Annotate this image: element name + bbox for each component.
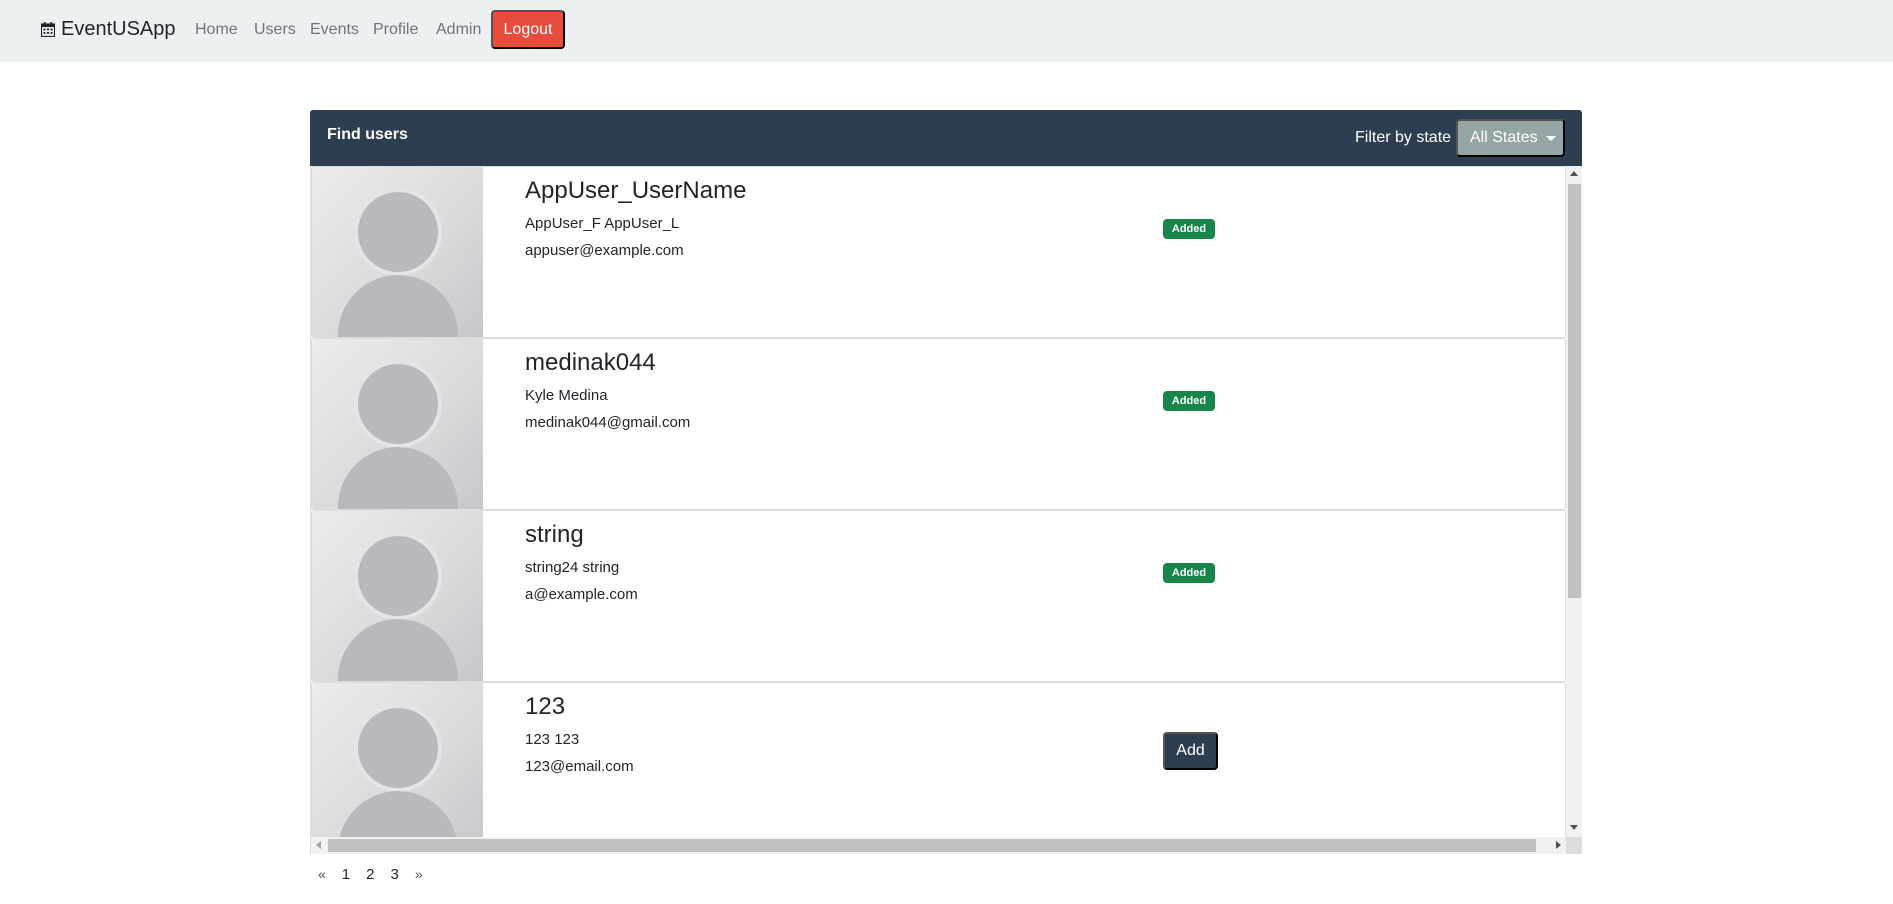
scroll-left-arrow-icon[interactable] — [316, 841, 321, 849]
status-badge: Added — [1163, 391, 1215, 411]
vertical-scrollbar[interactable] — [1566, 166, 1582, 854]
user-username: AppUser_UserName — [525, 177, 747, 204]
card-title: Find users — [327, 126, 408, 143]
pagination-page-3[interactable]: 3 — [382, 866, 406, 883]
user-card: 123 123 123 123@email.com Add — [311, 682, 1566, 854]
vertical-scroll-thumb[interactable] — [1568, 184, 1581, 598]
find-users-card: Find users Filter by state All States Ap… — [310, 110, 1582, 854]
logout-button[interactable]: Logout — [491, 10, 565, 49]
brand-name: EventUSApp — [61, 18, 176, 40]
scroll-right-arrow-icon[interactable] — [1556, 841, 1561, 849]
user-card: medinak044 Kyle Medina medinak044@gmail.… — [311, 338, 1566, 510]
nav-events[interactable]: Events — [310, 21, 359, 39]
pagination-next[interactable]: » — [407, 866, 431, 882]
user-email: medinak044@gmail.com — [525, 414, 691, 431]
card-header: Find users Filter by state All States — [310, 110, 1582, 166]
pagination: « 1 2 3 » — [310, 862, 431, 886]
user-username: medinak044 — [525, 349, 656, 376]
scroll-down-arrow-icon[interactable] — [1570, 825, 1578, 830]
user-username: 123 — [525, 693, 566, 720]
user-fullname: string24 string — [525, 559, 620, 576]
user-card: string string24 string a@example.com Add… — [311, 510, 1566, 682]
horizontal-scroll-thumb[interactable] — [328, 839, 1536, 852]
scrollbar-corner — [1566, 837, 1582, 854]
nav-home[interactable]: Home — [195, 21, 238, 39]
filter-label: Filter by state — [1355, 129, 1452, 146]
user-placeholder-icon — [312, 339, 483, 509]
filter-value: All States — [1470, 129, 1538, 146]
user-placeholder-icon — [312, 167, 483, 337]
pagination-page-1[interactable]: 1 — [334, 866, 358, 883]
add-user-button[interactable]: Add — [1163, 732, 1218, 770]
user-email: a@example.com — [525, 586, 638, 603]
state-filter-dropdown[interactable]: All States — [1456, 119, 1565, 157]
user-fullname: Kyle Medina — [525, 387, 608, 404]
user-email: appuser@example.com — [525, 242, 684, 259]
user-list[interactable]: AppUser_UserName AppUser_F AppUser_L app… — [310, 166, 1582, 854]
user-fullname: 123 123 — [525, 731, 580, 748]
pagination-page-2[interactable]: 2 — [358, 866, 382, 883]
brand-link[interactable]: EventUSApp — [41, 18, 176, 41]
calendar-icon — [41, 22, 55, 37]
scroll-up-arrow-icon[interactable] — [1570, 171, 1578, 176]
user-card: AppUser_UserName AppUser_F AppUser_L app… — [311, 166, 1566, 338]
pagination-prev[interactable]: « — [310, 866, 334, 882]
status-badge: Added — [1163, 563, 1215, 583]
user-fullname: AppUser_F AppUser_L — [525, 215, 680, 232]
user-username: string — [525, 521, 584, 548]
caret-down-icon — [1545, 135, 1556, 141]
status-badge: Added — [1163, 219, 1215, 239]
navbar: EventUSApp Home Users Events Profile Adm… — [0, 0, 1893, 62]
nav-admin[interactable]: Admin — [436, 21, 481, 39]
user-placeholder-icon — [312, 511, 483, 681]
horizontal-scrollbar[interactable] — [311, 837, 1566, 854]
user-email: 123@email.com — [525, 758, 634, 775]
nav-profile[interactable]: Profile — [373, 21, 418, 39]
user-placeholder-icon — [312, 683, 483, 853]
nav-users[interactable]: Users — [254, 21, 296, 39]
